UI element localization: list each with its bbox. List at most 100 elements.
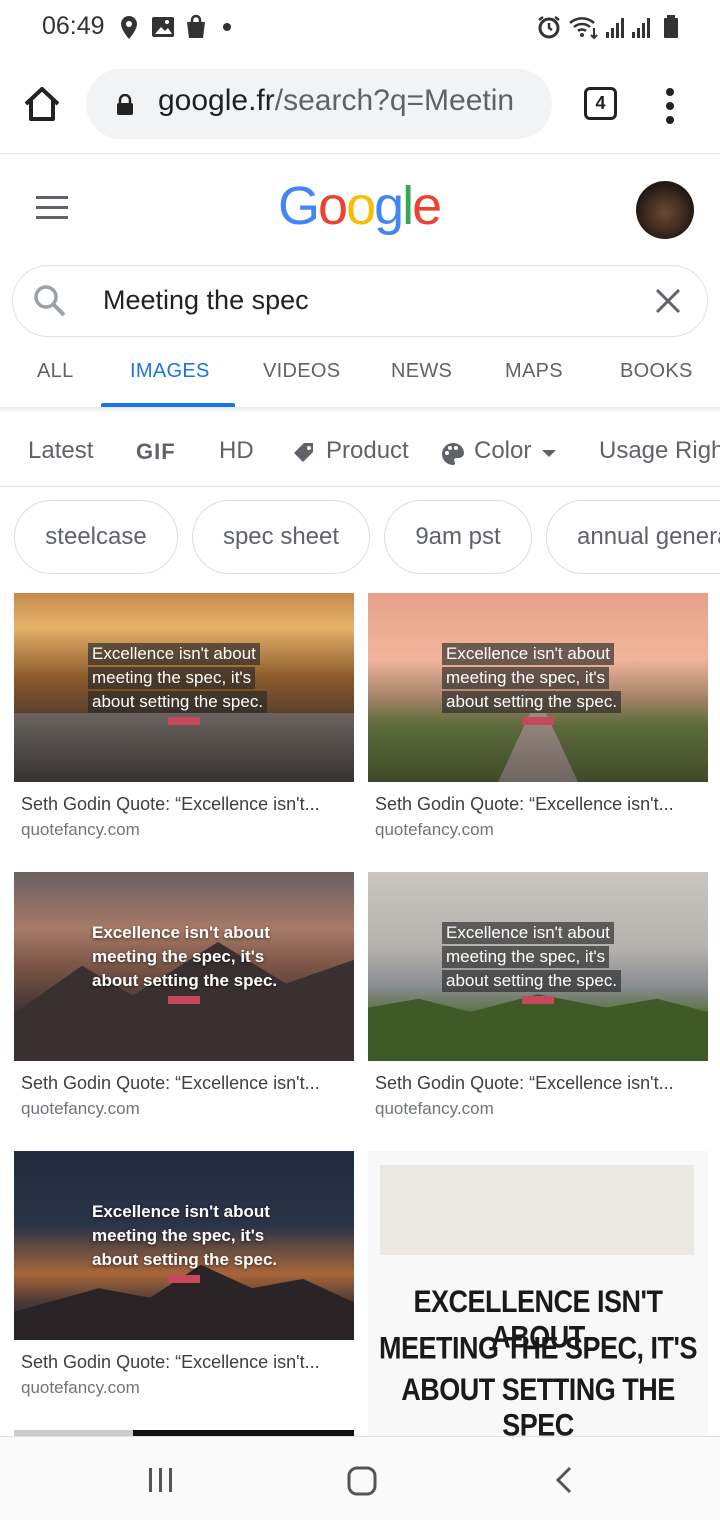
alarm-icon (538, 16, 560, 39)
search-icon[interactable] (33, 284, 67, 318)
logo-letter: G (278, 176, 320, 236)
result-source: quotefancy.com (375, 820, 494, 839)
system-nav-bar (0, 1436, 720, 1520)
recent-apps-icon[interactable] (146, 1465, 176, 1495)
tab-images[interactable]: IMAGES (130, 360, 210, 383)
status-bar: 06:49 (0, 0, 720, 56)
palette-icon (442, 443, 464, 465)
quote-line: ABOUT SETTING THE SPEC (401, 1372, 675, 1441)
tab-books[interactable]: BOOKS (620, 360, 693, 383)
chip-annual-general[interactable]: annual genera (546, 500, 720, 574)
quote-line: about setting the spec. (88, 691, 268, 713)
author-tag (168, 996, 200, 1004)
tool-product[interactable]: Product (326, 437, 409, 465)
quote-line: Excellence isn't about (442, 922, 614, 944)
result-title[interactable]: Seth Godin Quote: “Excellence isn't... (21, 794, 320, 815)
url-text: google.fr/search?q=Meetin (158, 84, 514, 118)
quote-line: about setting the spec. (442, 691, 622, 713)
image-result-text-quote[interactable]: EXCELLENCE ISN'T ABOUT MEETING THE SPEC,… (368, 1151, 708, 1441)
quote-line: Excellence isn't about (92, 1202, 270, 1221)
quote-overlay: Excellence isn't about meeting the spec,… (88, 922, 280, 1004)
result-title[interactable]: Seth Godin Quote: “Excellence isn't... (21, 1073, 320, 1094)
result-source: quotefancy.com (21, 1378, 140, 1397)
tab-videos[interactable]: VIDEOS (263, 360, 340, 383)
tool-gif[interactable]: GIF (136, 439, 176, 465)
tab-maps[interactable]: MAPS (505, 360, 563, 383)
quote-line: meeting the spec, it's (92, 1226, 265, 1245)
result-title[interactable]: Seth Godin Quote: “Excellence isn't... (375, 1073, 674, 1094)
avatar[interactable] (636, 181, 694, 239)
signal-icon (606, 18, 624, 38)
logo-letter: g (374, 176, 404, 236)
author-tag (522, 996, 554, 1004)
browser-toolbar: google.fr/search?q=Meetin 4 (0, 56, 720, 154)
tool-hd[interactable]: HD (219, 437, 254, 465)
search-input[interactable]: Meeting the spec (103, 285, 309, 316)
result-thumbnail[interactable]: Excellence isn't about meeting the spec,… (368, 593, 708, 782)
google-header: Google (0, 155, 720, 255)
result-thumbnail[interactable]: Excellence isn't about meeting the spec,… (14, 1151, 354, 1340)
quote-line: meeting the spec, it's (88, 667, 256, 689)
quote-line: about setting the spec. (92, 971, 278, 990)
home-nav-icon[interactable] (346, 1465, 378, 1497)
dot-icon (223, 23, 231, 31)
status-time: 06:49 (42, 12, 105, 40)
logo-letter: l (402, 176, 414, 236)
shopping-bag-icon (187, 14, 205, 38)
result-thumbnail[interactable]: Excellence isn't about meeting the spec,… (14, 593, 354, 782)
url-path: /search?q=Meetin (274, 84, 515, 117)
author-tag (522, 717, 554, 725)
result-thumbnail[interactable]: Excellence isn't about meeting the spec,… (368, 872, 708, 1061)
result-source: quotefancy.com (375, 1099, 494, 1118)
tab-switcher-button[interactable]: 4 (584, 87, 617, 120)
quote-line: about setting the spec. (92, 1250, 278, 1269)
tag-icon (294, 443, 313, 462)
hamburger-menu-icon[interactable] (36, 195, 70, 221)
quote-line: Excellence isn't about (442, 643, 614, 665)
wifi-icon (569, 17, 598, 40)
lock-icon (117, 94, 133, 115)
result-source: quotefancy.com (21, 820, 140, 839)
author-tag (168, 717, 200, 725)
more-options-icon[interactable] (660, 86, 680, 126)
result-title[interactable]: Seth Godin Quote: “Excellence isn't... (21, 1352, 320, 1373)
image-tools-bar: Latest GIF HD Product Color Usage Righ (0, 413, 720, 487)
location-icon (121, 16, 137, 39)
home-icon[interactable] (22, 84, 62, 124)
quote-line: meeting the spec, it's (442, 946, 610, 968)
quote-overlay: Excellence isn't about meeting the spec,… (88, 643, 280, 725)
back-icon[interactable] (552, 1465, 576, 1495)
tool-color[interactable]: Color (474, 437, 531, 465)
quote-overlay: Excellence isn't about meeting the spec,… (88, 1201, 280, 1283)
search-box[interactable]: Meeting the spec (12, 265, 708, 337)
battery-icon (664, 15, 678, 38)
logo-letter: o (346, 176, 376, 236)
logo-letter: o (318, 176, 348, 236)
chip-steelcase[interactable]: steelcase (14, 500, 178, 574)
address-bar[interactable]: google.fr/search?q=Meetin (86, 69, 552, 139)
result-thumbnail[interactable]: Excellence isn't about meeting the spec,… (14, 872, 354, 1061)
tab-all[interactable]: ALL (37, 360, 74, 383)
quote-overlay: Excellence isn't about meeting the spec,… (442, 922, 634, 1004)
logo-letter: e (412, 176, 442, 236)
chip-spec-sheet[interactable]: spec sheet (192, 500, 370, 574)
image-header-band (380, 1165, 694, 1255)
chip-9am-pst[interactable]: 9am pst (384, 500, 532, 574)
tab-news[interactable]: NEWS (391, 360, 452, 383)
tool-usage-rights[interactable]: Usage Righ (599, 437, 720, 465)
url-host: google.fr (158, 84, 275, 117)
quote-line: meeting the spec, it's (92, 947, 265, 966)
related-chips: steelcase spec sheet 9am pst annual gene… (0, 500, 720, 576)
quote-line: about setting the spec. (442, 970, 622, 992)
quote-line: Excellence isn't about (92, 923, 270, 942)
author-tag (168, 1275, 200, 1283)
quote-line: Excellence isn't about (88, 643, 260, 665)
clear-search-icon[interactable] (653, 286, 683, 316)
search-tabs: ALL IMAGES VIDEOS NEWS MAPS BOOKS (0, 340, 720, 408)
quote-overlay: Excellence isn't about meeting the spec,… (442, 643, 634, 725)
quote-line: MEETING THE SPEC, IT'S (379, 1330, 697, 1366)
signal-icon (632, 18, 650, 38)
google-logo[interactable]: Google (278, 175, 442, 237)
result-title[interactable]: Seth Godin Quote: “Excellence isn't... (375, 794, 674, 815)
tool-latest[interactable]: Latest (28, 437, 93, 465)
